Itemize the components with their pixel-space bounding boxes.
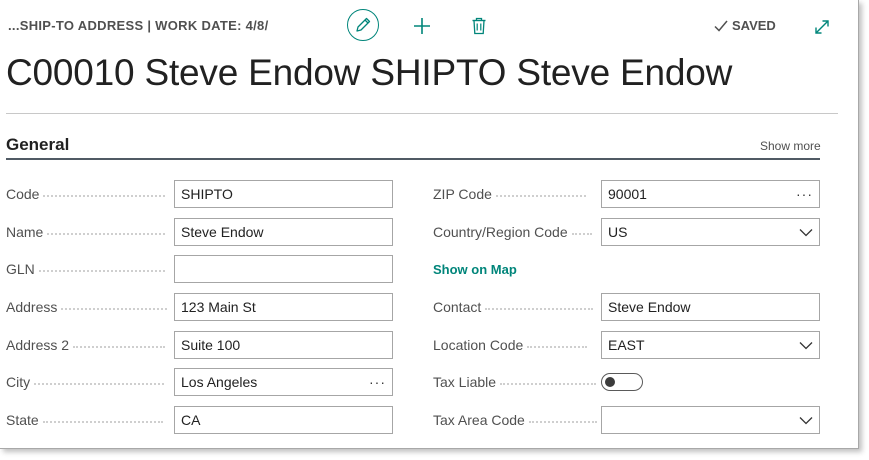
chevron-down-icon[interactable] [799,228,813,237]
zip-code-field[interactable]: 90001 ··· [601,180,820,208]
gln-label-text: GLN [6,261,35,277]
address-2-label: Address 2 [6,331,166,359]
edit-button[interactable] [347,9,379,41]
zip-code-value: 90001 [608,186,647,202]
state-field[interactable]: CA [174,406,393,434]
leader-dots [571,232,592,235]
name-value: Steve Endow [181,224,264,240]
tax-area-code-label-text: Tax Area Code [433,412,525,428]
toggle-knob [605,377,615,387]
saved-label: SAVED [732,18,776,33]
leader-dots [73,345,166,348]
code-label: Code [6,180,166,208]
location-code-label-text: Location Code [433,337,524,353]
country-region-code-select[interactable]: US [601,218,820,246]
leader-dots [528,420,597,423]
contact-label: Contact [433,293,594,321]
section-divider [6,158,820,160]
state-label: State [6,406,163,434]
name-field[interactable]: Steve Endow [174,218,393,246]
expand-icon [815,20,829,34]
code-value: SHIPTO [181,186,233,202]
leader-dots [485,307,594,310]
trash-icon [472,17,486,35]
location-code-value: EAST [608,337,645,353]
name-label-text: Name [6,224,44,240]
city-label-text: City [6,374,31,390]
page-frame: ...SHIP-TO ADDRESS | WORK DATE: 4/8/ SAV… [0,0,859,449]
leader-dots [61,307,168,310]
country-region-code-label-text: Country/Region Code [433,224,568,240]
leader-dots [42,420,163,423]
gln-label: GLN [6,255,165,283]
zip-code-label: ZIP Code [433,180,586,208]
show-on-map-link[interactable]: Show on Map [433,262,517,277]
location-code-label: Location Code [433,331,588,359]
new-button[interactable] [410,14,434,38]
breadcrumb: ...SHIP-TO ADDRESS | WORK DATE: 4/8/ [8,18,269,33]
name-label: Name [6,218,166,246]
leader-dots [527,345,588,348]
address-2-field[interactable]: Suite 100 [174,331,393,359]
tax-area-code-select[interactable] [601,406,820,434]
gln-field[interactable] [174,255,393,283]
chevron-down-icon[interactable] [799,341,813,350]
lookup-ellipsis-icon[interactable]: ··· [369,374,386,390]
chevron-down-icon[interactable] [799,416,813,425]
contact-label-text: Contact [433,299,482,315]
leader-dots [47,232,166,235]
city-label: City [6,368,165,396]
leader-dots [34,382,165,385]
zip-code-label-text: ZIP Code [433,186,492,202]
leader-dots [500,382,597,385]
code-field[interactable]: SHIPTO [174,180,393,208]
address-label: Address [6,293,168,321]
city-value: Los Angeles [181,374,258,390]
address-2-value: Suite 100 [181,337,241,353]
address-value: 123 Main St [181,299,256,315]
contact-value: Steve Endow [608,299,691,315]
contact-field[interactable]: Steve Endow [601,293,820,321]
country-region-code-label: Country/Region Code [433,218,592,246]
leader-dots [495,194,586,197]
expand-button[interactable] [812,17,832,37]
leader-dots [43,194,166,197]
country-region-code-value: US [608,224,628,240]
address-field[interactable]: 123 Main St [174,293,393,321]
tax-liable-toggle[interactable] [601,373,643,391]
code-label-text: Code [6,186,40,202]
state-value: CA [181,412,201,428]
address-2-label-text: Address 2 [6,337,70,353]
delete-button[interactable] [468,14,490,38]
city-field[interactable]: Los Angeles ··· [174,368,393,396]
location-code-select[interactable]: EAST [601,331,820,359]
state-label-text: State [6,412,39,428]
pencil-icon [356,17,371,32]
leader-dots [38,269,165,272]
tax-liable-label: Tax Liable [433,368,597,396]
address-label-text: Address [6,299,58,315]
tax-liable-label-text: Tax Liable [433,374,497,390]
lookup-ellipsis-icon[interactable]: ··· [796,186,813,202]
plus-icon [414,18,430,34]
tax-area-code-label: Tax Area Code [433,406,597,434]
section-title-general[interactable]: General [6,135,69,155]
page-title: C00010 Steve Endow SHIPTO Steve Endow [6,52,733,93]
check-icon [714,20,728,32]
saved-status: SAVED [713,18,776,33]
show-more-link[interactable]: Show more [760,139,821,153]
title-divider [6,113,838,114]
